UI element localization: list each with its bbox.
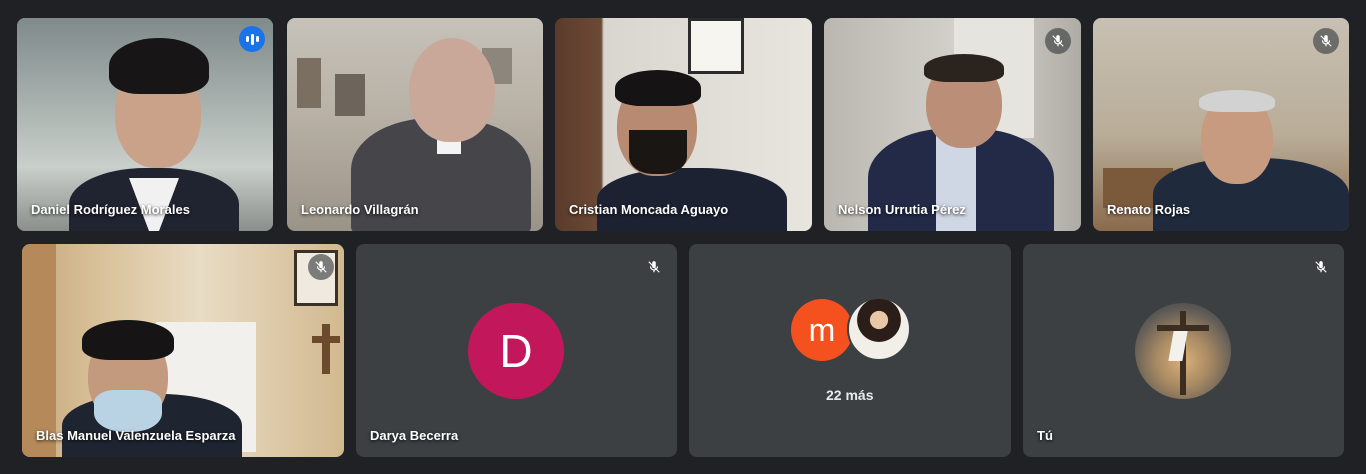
- participant-name: Leonardo Villagrán: [301, 202, 419, 217]
- avatar-cross-image: [1135, 303, 1231, 399]
- video-feed: [555, 18, 812, 231]
- mic-off-icon: [1313, 28, 1339, 54]
- participant-tile-self[interactable]: Tú: [1023, 244, 1344, 457]
- participant-tile-renato[interactable]: Renato Rojas: [1093, 18, 1349, 231]
- participant-tile-cristian[interactable]: Cristian Moncada Aguayo: [555, 18, 812, 231]
- video-feed: [1093, 18, 1349, 231]
- participant-name: Blas Manuel Valenzuela Esparza: [36, 428, 236, 443]
- avatar-initial: D: [499, 325, 533, 377]
- participant-tile-leonardo[interactable]: Leonardo Villagrán: [287, 18, 543, 231]
- participant-tile-nelson[interactable]: Nelson Urrutia Pérez: [824, 18, 1081, 231]
- avatar: D: [468, 303, 564, 399]
- video-feed: [824, 18, 1081, 231]
- participant-name: Nelson Urrutia Pérez: [838, 202, 966, 217]
- participant-tile-darya[interactable]: D Darya Becerra: [356, 244, 677, 457]
- participant-name: Tú: [1037, 428, 1053, 443]
- avatar-initial: m: [808, 311, 836, 348]
- video-feed: [17, 18, 273, 231]
- video-feed: [287, 18, 543, 231]
- participant-name: Cristian Moncada Aguayo: [569, 202, 729, 217]
- audio-level-icon: [239, 26, 265, 52]
- avatar-photo: [847, 297, 911, 361]
- more-participants-tile[interactable]: m 22 más: [689, 244, 1011, 457]
- mic-off-icon: [641, 254, 667, 280]
- participant-tile-blas[interactable]: Blas Manuel Valenzuela Esparza: [22, 244, 344, 457]
- participant-name: Daniel Rodríguez Morales: [31, 202, 190, 217]
- mic-off-icon: [1045, 28, 1071, 54]
- mic-off-icon: [1308, 254, 1334, 280]
- participant-name: Renato Rojas: [1107, 202, 1191, 217]
- participant-name: Darya Becerra: [370, 428, 459, 443]
- avatar: m: [791, 299, 853, 361]
- participant-tile-daniel[interactable]: Daniel Rodríguez Morales: [17, 18, 273, 231]
- mic-off-icon: [308, 254, 334, 280]
- video-feed: [22, 244, 344, 457]
- more-participants-count: 22 más: [826, 387, 874, 403]
